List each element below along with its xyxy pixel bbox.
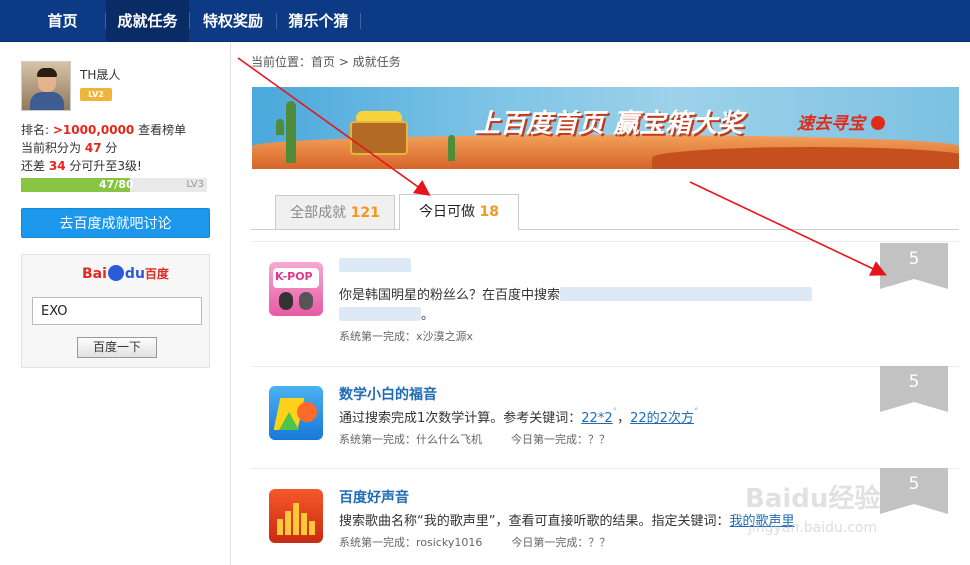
rank-label: 排名: <box>21 123 50 137</box>
nav-separator <box>360 13 361 29</box>
need-prefix: 还差 <box>21 159 46 173</box>
banner-headline: 上百度首页 赢宝箱大奖 <box>474 109 744 139</box>
blurred-keywords <box>560 287 813 301</box>
task-description: 搜索歌曲名称“我的歌声里”，查看可直接听歌的结果。指定关键词：我的歌声里 <box>339 514 795 529</box>
avatar[interactable] <box>21 61 71 111</box>
task-description: 你是韩国明星的粉丝么？在百度中搜索 <box>339 284 813 303</box>
task-description: 通过搜索完成1次数学计算。参考关键词：22*2°，22的2次方° <box>339 407 699 426</box>
baidu-jingyan-watermark: Baidu经验 <box>745 484 881 514</box>
search-input[interactable] <box>32 297 202 325</box>
nav-privileges[interactable]: 特权奖励 <box>190 0 276 42</box>
baidu-search-box: Baidu百度 百度一下 <box>21 254 210 368</box>
math-icon <box>269 386 323 440</box>
divider <box>251 241 959 242</box>
level-badge: LV2 <box>80 88 112 101</box>
username[interactable]: TH晟人 <box>80 66 120 83</box>
kpop-icon: K-POP <box>269 262 323 316</box>
score-ribbon: 5 <box>880 366 948 412</box>
score-ribbon: 5 <box>880 243 948 289</box>
breadcrumb: 当前位置：首页 > 成就任务 <box>251 55 401 69</box>
task-title[interactable] <box>339 258 411 274</box>
task-first-completion: 系统第一完成：什么什么飞机 今日第一完成：？？ <box>339 433 610 446</box>
need-suffix: 分可升至3级! <box>69 159 142 173</box>
score-ribbon: 5 <box>880 468 948 514</box>
baidu-paw-icon <box>107 265 124 281</box>
task-title[interactable]: 百度好声音 <box>339 487 409 507</box>
nav-achievements[interactable]: 成就任务 <box>106 0 189 42</box>
level-progress-bar: 47/80 LV3 <box>21 178 207 192</box>
points-line: 当前积分为 47 分 <box>21 139 117 156</box>
points-prefix: 当前积分为 <box>21 141 82 155</box>
keyword-link[interactable]: 22*2 <box>581 411 612 426</box>
search-button[interactable]: 百度一下 <box>77 337 157 358</box>
watermark-url: jingyan.baidu.com <box>748 520 878 536</box>
task-title[interactable]: 数学小白的福音 <box>339 384 437 404</box>
nav-guess[interactable]: 猜乐个猜 <box>277 0 360 42</box>
tab-all-achievements[interactable]: 全部成就 121 <box>275 195 395 229</box>
keyword-link[interactable]: 22的2次方 <box>630 411 694 426</box>
points-suffix: 分 <box>105 141 118 155</box>
divider <box>251 468 959 469</box>
points-value: 47 <box>84 141 102 155</box>
banner-cta[interactable]: 速去寻宝 <box>797 109 885 134</box>
progress-text: 47/80 <box>99 178 134 191</box>
blurred-title <box>339 258 411 272</box>
task-first-completion: 系统第一完成：rosicky1016 今日第一完成：？？ <box>339 536 611 549</box>
tab-today-available[interactable]: 今日可做 18 <box>399 194 519 230</box>
baidu-logo: Bai du百度 <box>82 265 169 282</box>
music-equalizer-icon <box>269 489 323 543</box>
rank-value: >1000,0000 <box>52 123 135 137</box>
cactus-icon <box>286 101 296 163</box>
view-ranking-link[interactable]: 查看榜单 <box>138 123 186 137</box>
play-icon <box>870 116 885 130</box>
task-description-end: 。 <box>339 304 434 323</box>
discuss-button[interactable]: 去百度成就吧讨论 <box>21 208 210 238</box>
search-icon: ° <box>693 407 699 417</box>
treasure-banner[interactable]: 上百度首页 赢宝箱大奖 速去寻宝 <box>252 87 959 169</box>
treasure-chest-icon <box>350 121 408 155</box>
task-first-completion: 系统第一完成：x沙漠之源x <box>339 330 474 343</box>
next-level-label: LV3 <box>186 179 204 190</box>
sidebar: TH晟人 LV2 排名: >1000,0000 查看榜单 当前积分为 47 分 … <box>0 42 231 565</box>
level-up-line: 还差 34 分可升至3级! <box>21 157 142 174</box>
top-nav: 首页 成就任务 特权奖励 猜乐个猜 <box>0 0 970 42</box>
divider <box>251 366 959 367</box>
nav-home[interactable]: 首页 <box>20 0 105 42</box>
need-value: 34 <box>48 159 66 173</box>
arrow-to-score <box>689 181 887 276</box>
rank-line: 排名: >1000,0000 查看榜单 <box>21 121 186 138</box>
